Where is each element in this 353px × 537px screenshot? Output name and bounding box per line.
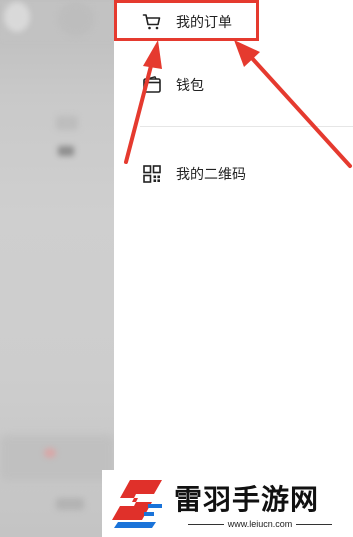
menu-item-my-qrcode[interactable]: 我的二维码 [142, 164, 246, 184]
blurred-shape [0, 435, 114, 481]
menu-item-label: 钱包 [176, 77, 204, 93]
highlight-box [114, 0, 259, 41]
watermark-footer: 雷羽手游网 www.leiucn.com [102, 470, 353, 537]
qrcode-icon [142, 164, 162, 184]
wallet-icon [142, 75, 162, 95]
blurred-shape [56, 116, 78, 130]
watermark-url-text: www.leiucn.com [227, 519, 293, 529]
blurred-avatar [58, 2, 94, 36]
watermark-url: www.leiucn.com [174, 519, 346, 529]
watermark-brand: 雷羽手游网 [174, 483, 320, 516]
menu-item-wallet[interactable]: 钱包 [142, 75, 204, 95]
side-menu: 我的订单 钱包 我的二维码 [114, 0, 353, 537]
blurred-shape [4, 2, 30, 32]
blurred-shape [44, 448, 56, 458]
menu-divider [140, 126, 353, 127]
brand-logo [112, 480, 162, 528]
blurred-shape [58, 146, 74, 156]
menu-item-label: 我的二维码 [176, 166, 246, 182]
blurred-background [0, 0, 114, 537]
blurred-shape [56, 498, 84, 510]
